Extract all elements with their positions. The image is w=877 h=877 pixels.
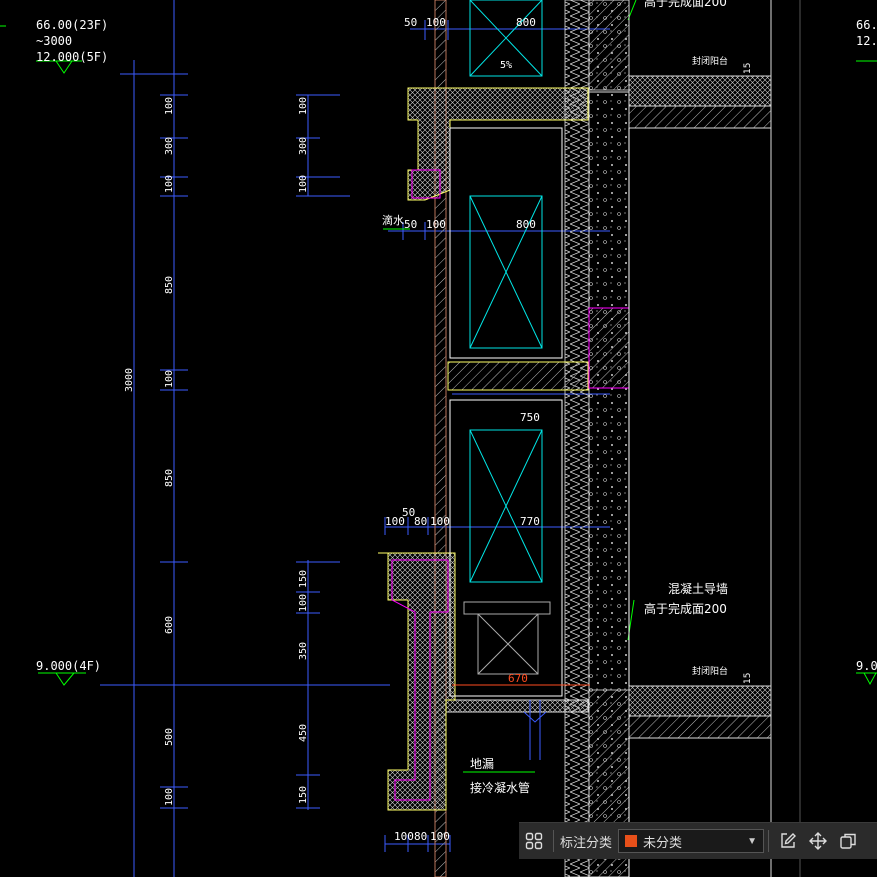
dim-e100c: 100 — [298, 594, 309, 612]
annotation-toolbar: 标注分类 未分类 ▼ — [519, 822, 877, 859]
vertical-dimension-labels: 100 300 100 850 100 850 600 500 100 3000… — [124, 97, 309, 806]
structural-wall — [564, 0, 630, 877]
dim-100a: 100 — [164, 97, 175, 115]
dim-100b: 100 — [164, 175, 175, 193]
note-floor-drain: 地漏 — [470, 757, 494, 771]
left-dimension-chain — [100, 0, 390, 877]
dim-t800a: 800 — [516, 16, 536, 29]
grid-icon[interactable] — [519, 826, 549, 856]
dim-t80b: 80 — [414, 830, 427, 843]
dim-500: 500 — [164, 728, 175, 746]
level-mid: 9.000(4F) — [36, 659, 101, 673]
level-right-2: 12. — [856, 34, 877, 48]
category-swatch — [625, 835, 638, 847]
dim-t100a: 100 — [426, 16, 446, 29]
dim-t80a: 80 — [414, 515, 427, 528]
dim-t750: 750 — [520, 411, 540, 424]
category-select-value: 未分类 — [643, 834, 683, 850]
dim-t100c: 100 — [385, 515, 405, 528]
level-top-3: 12.000(5F) — [36, 50, 108, 64]
cad-canvas[interactable]: 66.00(23F) ~3000 12.000(5F) 9.000(4F) 66… — [0, 0, 877, 877]
copy-icon[interactable] — [833, 826, 863, 856]
dim-t770: 770 — [520, 515, 540, 528]
dim-e150b: 150 — [298, 786, 309, 804]
lower-ledge — [378, 552, 456, 811]
slope-label: 5% — [500, 60, 512, 71]
toolbar-divider-2 — [768, 830, 770, 852]
toolbar-divider — [553, 830, 554, 852]
note-finish-top-cut: 高于完成面200 — [644, 0, 727, 9]
dim-t100f: 100 — [430, 830, 450, 843]
note-drip: 滴水 — [382, 213, 404, 227]
dim-t800b: 800 — [516, 218, 536, 231]
dim-e100a: 100 — [298, 97, 309, 115]
dim-e300: 300 — [298, 137, 309, 155]
category-label: 标注分类 — [560, 834, 613, 850]
dim-t50b: 50 — [404, 218, 417, 231]
dim-850a: 850 — [164, 276, 175, 294]
dim-e100b: 100 — [298, 175, 309, 193]
dim-850b: 850 — [164, 469, 175, 487]
dim-100c: 100 — [164, 370, 175, 388]
dim-t100d: 100 — [430, 515, 450, 528]
dim-100d: 100 — [164, 788, 175, 806]
dim-total: 3000 — [124, 368, 135, 392]
move-icon[interactable] — [803, 826, 833, 856]
dim-t100b: 100 — [426, 218, 446, 231]
dim-t100e: 100 — [394, 830, 414, 843]
level-top-2: ~3000 — [36, 34, 72, 48]
note-balcony-a: 封闭阳台 — [692, 55, 728, 67]
level-right-3: 9.0 — [856, 659, 877, 673]
dim-t670: 670 — [508, 672, 528, 685]
note-condensate: 接冷凝水管 — [470, 780, 530, 795]
edit-icon[interactable] — [773, 826, 803, 856]
dim-600: 600 — [164, 616, 175, 634]
note-finish-top: 高于完成面200 — [644, 601, 727, 616]
dim-e450: 450 — [298, 724, 309, 742]
chevron-down-icon: ▼ — [747, 835, 758, 847]
dim-t50a: 50 — [404, 16, 417, 29]
note-balcony-b: 封闭阳台 — [692, 665, 728, 677]
dim-300a: 300 — [164, 137, 175, 155]
note-15-b: 15 — [743, 673, 753, 684]
level-top-1: 66.00(23F) — [36, 18, 108, 32]
dim-e350: 350 — [298, 642, 309, 660]
category-select[interactable]: 未分类 ▼ — [618, 829, 765, 853]
note-15-a: 15 — [743, 63, 753, 74]
level-right-1: 66. — [856, 18, 877, 32]
note-concrete-wall: 混凝土导墙 — [668, 581, 728, 596]
dim-e150a: 150 — [298, 570, 309, 588]
